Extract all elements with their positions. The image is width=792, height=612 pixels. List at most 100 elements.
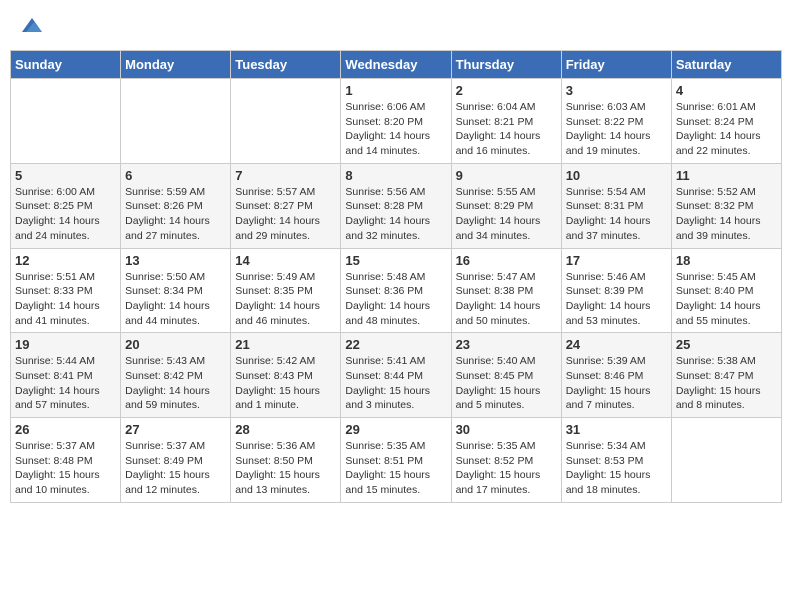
day-number: 18 (676, 253, 777, 268)
day-info: Sunrise: 5:35 AM Sunset: 8:52 PM Dayligh… (456, 439, 557, 498)
calendar-cell: 23 Sunrise: 5:40 AM Sunset: 8:45 PM Dayli… (451, 333, 561, 418)
calendar-week-row: 1 Sunrise: 6:06 AM Sunset: 8:20 PM Daylig… (11, 79, 782, 164)
calendar-cell (121, 79, 231, 164)
calendar-cell: 9 Sunrise: 5:55 AM Sunset: 8:29 PM Daylig… (451, 163, 561, 248)
day-info: Sunrise: 6:04 AM Sunset: 8:21 PM Dayligh… (456, 100, 557, 159)
day-info: Sunrise: 6:03 AM Sunset: 8:22 PM Dayligh… (566, 100, 667, 159)
calendar-cell: 15 Sunrise: 5:48 AM Sunset: 8:36 PM Dayli… (341, 248, 451, 333)
calendar-cell: 20 Sunrise: 5:43 AM Sunset: 8:42 PM Dayli… (121, 333, 231, 418)
day-number: 1 (345, 83, 446, 98)
day-info: Sunrise: 6:01 AM Sunset: 8:24 PM Dayligh… (676, 100, 777, 159)
calendar-cell: 4Sunrise: 6:01 AM Sunset: 8:24 PM Daylig… (671, 79, 781, 164)
day-of-week-header: Friday (561, 51, 671, 79)
day-number: 11 (676, 168, 777, 183)
calendar-cell: 30 Sunrise: 5:35 AM Sunset: 8:52 PM Dayli… (451, 418, 561, 503)
day-number: 23 (456, 337, 557, 352)
day-number: 10 (566, 168, 667, 183)
day-info: Sunrise: 5:49 AM Sunset: 8:35 PM Dayligh… (235, 270, 336, 329)
calendar-week-row: 12 Sunrise: 5:51 AM Sunset: 8:33 PM Dayli… (11, 248, 782, 333)
day-number: 20 (125, 337, 226, 352)
calendar-cell (11, 79, 121, 164)
calendar-cell: 28Sunrise: 5:36 AM Sunset: 8:50 PM Dayli… (231, 418, 341, 503)
calendar-week-row: 19 Sunrise: 5:44 AM Sunset: 8:41 PM Dayli… (11, 333, 782, 418)
day-number: 31 (566, 422, 667, 437)
day-number: 2 (456, 83, 557, 98)
calendar-cell: 13 Sunrise: 5:50 AM Sunset: 8:34 PM Dayli… (121, 248, 231, 333)
calendar-cell: 10 Sunrise: 5:54 AM Sunset: 8:31 PM Dayli… (561, 163, 671, 248)
day-number: 6 (125, 168, 226, 183)
calendar-cell: 17Sunrise: 5:46 AM Sunset: 8:39 PM Dayli… (561, 248, 671, 333)
day-of-week-header: Saturday (671, 51, 781, 79)
day-number: 28 (235, 422, 336, 437)
day-info: Sunrise: 5:48 AM Sunset: 8:36 PM Dayligh… (345, 270, 446, 329)
calendar-cell: 26Sunrise: 5:37 AM Sunset: 8:48 PM Dayli… (11, 418, 121, 503)
calendar-cell: 21Sunrise: 5:42 AM Sunset: 8:43 PM Dayli… (231, 333, 341, 418)
calendar-cell: 3 Sunrise: 6:03 AM Sunset: 8:22 PM Daylig… (561, 79, 671, 164)
day-info: Sunrise: 5:50 AM Sunset: 8:34 PM Dayligh… (125, 270, 226, 329)
calendar-cell: 6 Sunrise: 5:59 AM Sunset: 8:26 PM Daylig… (121, 163, 231, 248)
day-number: 5 (15, 168, 116, 183)
logo (18, 14, 44, 38)
day-info: Sunrise: 5:47 AM Sunset: 8:38 PM Dayligh… (456, 270, 557, 329)
day-info: Sunrise: 5:39 AM Sunset: 8:46 PM Dayligh… (566, 354, 667, 413)
day-info: Sunrise: 6:00 AM Sunset: 8:25 PM Dayligh… (15, 185, 116, 244)
page-header (10, 10, 782, 42)
day-number: 25 (676, 337, 777, 352)
day-number: 8 (345, 168, 446, 183)
day-info: Sunrise: 5:35 AM Sunset: 8:51 PM Dayligh… (345, 439, 446, 498)
day-info: Sunrise: 5:34 AM Sunset: 8:53 PM Dayligh… (566, 439, 667, 498)
day-number: 24 (566, 337, 667, 352)
calendar-cell: 29 Sunrise: 5:35 AM Sunset: 8:51 PM Dayli… (341, 418, 451, 503)
calendar-cell: 16 Sunrise: 5:47 AM Sunset: 8:38 PM Dayli… (451, 248, 561, 333)
calendar-cell (231, 79, 341, 164)
day-number: 27 (125, 422, 226, 437)
logo-icon (20, 14, 44, 38)
calendar-cell: 31 Sunrise: 5:34 AM Sunset: 8:53 PM Dayli… (561, 418, 671, 503)
calendar-cell: 11 Sunrise: 5:52 AM Sunset: 8:32 PM Dayli… (671, 163, 781, 248)
day-info: Sunrise: 5:41 AM Sunset: 8:44 PM Dayligh… (345, 354, 446, 413)
day-info: Sunrise: 5:46 AM Sunset: 8:39 PM Dayligh… (566, 270, 667, 329)
day-info: Sunrise: 5:56 AM Sunset: 8:28 PM Dayligh… (345, 185, 446, 244)
day-number: 21 (235, 337, 336, 352)
day-number: 15 (345, 253, 446, 268)
day-info: Sunrise: 5:44 AM Sunset: 8:41 PM Dayligh… (15, 354, 116, 413)
calendar-cell: 2 Sunrise: 6:04 AM Sunset: 8:21 PM Daylig… (451, 79, 561, 164)
day-number: 30 (456, 422, 557, 437)
day-info: Sunrise: 5:51 AM Sunset: 8:33 PM Dayligh… (15, 270, 116, 329)
day-of-week-header: Sunday (11, 51, 121, 79)
calendar-cell: 1 Sunrise: 6:06 AM Sunset: 8:20 PM Daylig… (341, 79, 451, 164)
calendar-week-row: 26Sunrise: 5:37 AM Sunset: 8:48 PM Dayli… (11, 418, 782, 503)
day-number: 3 (566, 83, 667, 98)
calendar-cell: 5 Sunrise: 6:00 AM Sunset: 8:25 PM Daylig… (11, 163, 121, 248)
day-of-week-header: Wednesday (341, 51, 451, 79)
calendar-header-row: SundayMondayTuesdayWednesdayThursdayFrid… (11, 51, 782, 79)
day-info: Sunrise: 5:45 AM Sunset: 8:40 PM Dayligh… (676, 270, 777, 329)
day-info: Sunrise: 6:06 AM Sunset: 8:20 PM Dayligh… (345, 100, 446, 159)
day-number: 19 (15, 337, 116, 352)
calendar-cell: 18 Sunrise: 5:45 AM Sunset: 8:40 PM Dayli… (671, 248, 781, 333)
calendar-cell: 24 Sunrise: 5:39 AM Sunset: 8:46 PM Dayli… (561, 333, 671, 418)
day-of-week-header: Thursday (451, 51, 561, 79)
day-number: 29 (345, 422, 446, 437)
day-number: 9 (456, 168, 557, 183)
calendar-cell: 19 Sunrise: 5:44 AM Sunset: 8:41 PM Dayli… (11, 333, 121, 418)
calendar-table: SundayMondayTuesdayWednesdayThursdayFrid… (10, 50, 782, 503)
day-of-week-header: Monday (121, 51, 231, 79)
day-info: Sunrise: 5:40 AM Sunset: 8:45 PM Dayligh… (456, 354, 557, 413)
day-info: Sunrise: 5:55 AM Sunset: 8:29 PM Dayligh… (456, 185, 557, 244)
day-of-week-header: Tuesday (231, 51, 341, 79)
day-info: Sunrise: 5:38 AM Sunset: 8:47 PM Dayligh… (676, 354, 777, 413)
day-info: Sunrise: 5:43 AM Sunset: 8:42 PM Dayligh… (125, 354, 226, 413)
day-number: 13 (125, 253, 226, 268)
day-info: Sunrise: 5:37 AM Sunset: 8:49 PM Dayligh… (125, 439, 226, 498)
calendar-cell (671, 418, 781, 503)
calendar-cell: 14Sunrise: 5:49 AM Sunset: 8:35 PM Dayli… (231, 248, 341, 333)
day-number: 16 (456, 253, 557, 268)
calendar-cell: 25 Sunrise: 5:38 AM Sunset: 8:47 PM Dayli… (671, 333, 781, 418)
day-info: Sunrise: 5:54 AM Sunset: 8:31 PM Dayligh… (566, 185, 667, 244)
day-number: 12 (15, 253, 116, 268)
day-info: Sunrise: 5:59 AM Sunset: 8:26 PM Dayligh… (125, 185, 226, 244)
calendar-cell: 7Sunrise: 5:57 AM Sunset: 8:27 PM Daylig… (231, 163, 341, 248)
day-info: Sunrise: 5:52 AM Sunset: 8:32 PM Dayligh… (676, 185, 777, 244)
day-info: Sunrise: 5:57 AM Sunset: 8:27 PM Dayligh… (235, 185, 336, 244)
